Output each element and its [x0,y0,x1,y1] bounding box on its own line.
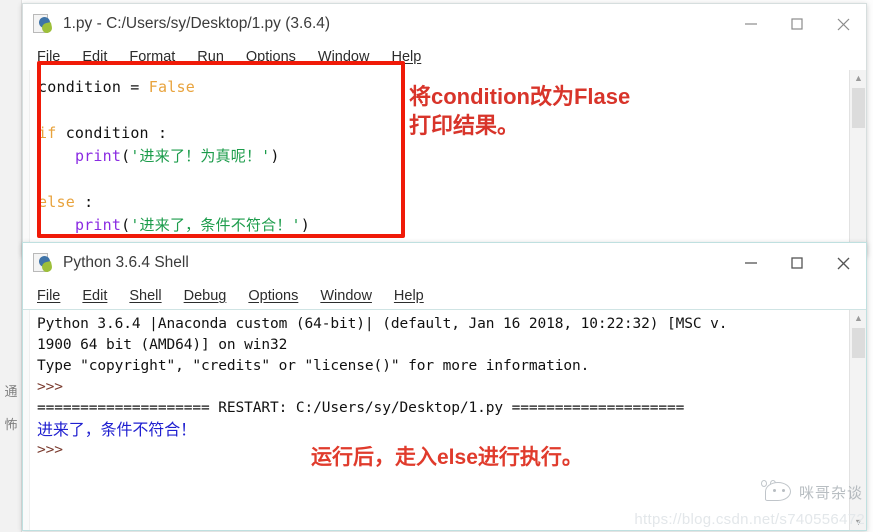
shell-menu-help[interactable]: Help [394,288,424,304]
code-else-colon: : [74,193,94,211]
maximize-icon[interactable] [774,243,820,283]
shell-line-type-help: Type "copyright", "credits" or "license(… [37,358,590,374]
maximize-icon[interactable] [774,4,820,44]
menu-help[interactable]: Help [391,49,421,65]
minimize-icon[interactable] [728,243,774,283]
code-paren-close-1: ) [270,147,280,165]
code-indent-4 [38,147,75,165]
editor-vertical-scrollbar[interactable]: ▲ ▼ [849,70,866,255]
editor-annotation-text: 将condition改为Flase 打印结果。 [409,84,631,139]
shell-menu-edit[interactable]: Edit [82,288,107,304]
shell-line-version-1: Python 3.6.4 |Anaconda custom (64-bit)| … [37,316,728,332]
editor-gutter [23,70,30,255]
watermark: 咪哥杂谈 [759,480,863,504]
shell-titlebar[interactable]: Python 3.6.4 Shell [23,243,866,283]
shell-output-area[interactable]: Python 3.6.4 |Anaconda custom (64-bit)| … [30,310,849,530]
code-if-condition: condition : [56,124,168,142]
shell-program-output: 进来了，条件不符合！ [37,420,197,439]
left-edge-fragment-2: 怖 [4,418,18,433]
shell-body[interactable]: Python 3.6.4 |Anaconda custom (64-bit)| … [23,309,866,530]
shell-gutter [23,310,30,530]
menu-run[interactable]: Run [197,49,224,65]
menu-format[interactable]: Format [129,49,175,65]
watermark-name: 咪哥杂谈 [798,483,863,502]
python-file-icon [33,13,55,35]
editor-title: 1.py - C:/Users/sy/Desktop/1.py (3.6.4) [63,15,331,32]
menu-file[interactable]: File [37,49,60,65]
shell-annotation-text: 运行后，走入else进行执行。 [311,446,583,469]
code-call-print-2: print [74,216,122,234]
code-paren-open-2: ( [121,216,131,234]
menu-options[interactable]: Options [246,49,296,65]
csdn-url-watermark: https://blog.csdn.net/s740556472 [634,511,865,528]
python-shell-window[interactable]: Python 3.6.4 Shell File Edit Shell Debug… [22,242,867,531]
code-paren-close-2: ) [300,216,311,234]
shell-restart-line: ==================== RESTART: C:/Users/s… [37,400,685,416]
code-keyword-else: else [38,193,75,211]
code-indent-7 [38,216,75,234]
left-edge-fragment-1: 通 [4,385,18,400]
code-line-6: else : [38,191,849,214]
code-assign-target: condition = [38,78,149,96]
minimize-icon[interactable] [728,4,774,44]
code-string-2: '进来了，条件不符合！' [130,216,301,234]
code-literal-false: False [148,78,195,96]
cat-bubble-logo-icon [759,480,793,504]
editor-titlebar[interactable]: 1.py - C:/Users/sy/Desktop/1.py (3.6.4) [23,4,866,44]
screenshot-root: 通 怖 1.py - C:/Users/sy/Desktop/1.py (3.6… [0,0,873,532]
scroll-up-icon[interactable]: ▲ [850,310,867,326]
editor-window-controls[interactable] [728,4,866,44]
editor-menubar[interactable]: File Edit Format Run Options Window Help [23,44,866,70]
shell-prompt-1: >>> [37,379,63,395]
left-edge-strip [0,0,22,532]
code-keyword-if: if [38,124,57,142]
python-shell-icon [33,252,55,274]
code-line-4: print('进来了！为真呢！') [38,145,849,168]
code-string-1: '进来了！为真呢！' [130,147,271,165]
code-paren-open-1: ( [121,147,131,165]
editor-scroll-thumb[interactable] [852,88,865,128]
code-call-print-1: print [74,147,122,165]
shell-menubar[interactable]: File Edit Shell Debug Options Window Hel… [23,283,866,309]
scroll-up-icon[interactable]: ▲ [850,70,867,86]
shell-scroll-thumb[interactable] [852,328,865,358]
shell-line-version-2: 1900 64 bit (AMD64)] on win32 [37,337,288,353]
shell-menu-debug[interactable]: Debug [184,288,227,304]
shell-menu-options[interactable]: Options [248,288,298,304]
code-line-7: print('进来了，条件不符合！') [38,214,849,237]
shell-menu-window[interactable]: Window [320,288,372,304]
shell-window-controls[interactable] [728,243,866,283]
menu-edit[interactable]: Edit [82,49,107,65]
close-icon[interactable] [820,4,866,44]
shell-title: Python 3.6.4 Shell [63,254,189,271]
shell-menu-shell[interactable]: Shell [129,288,161,304]
shell-menu-file[interactable]: File [37,288,60,304]
close-icon[interactable] [820,243,866,283]
menu-window[interactable]: Window [318,49,370,65]
